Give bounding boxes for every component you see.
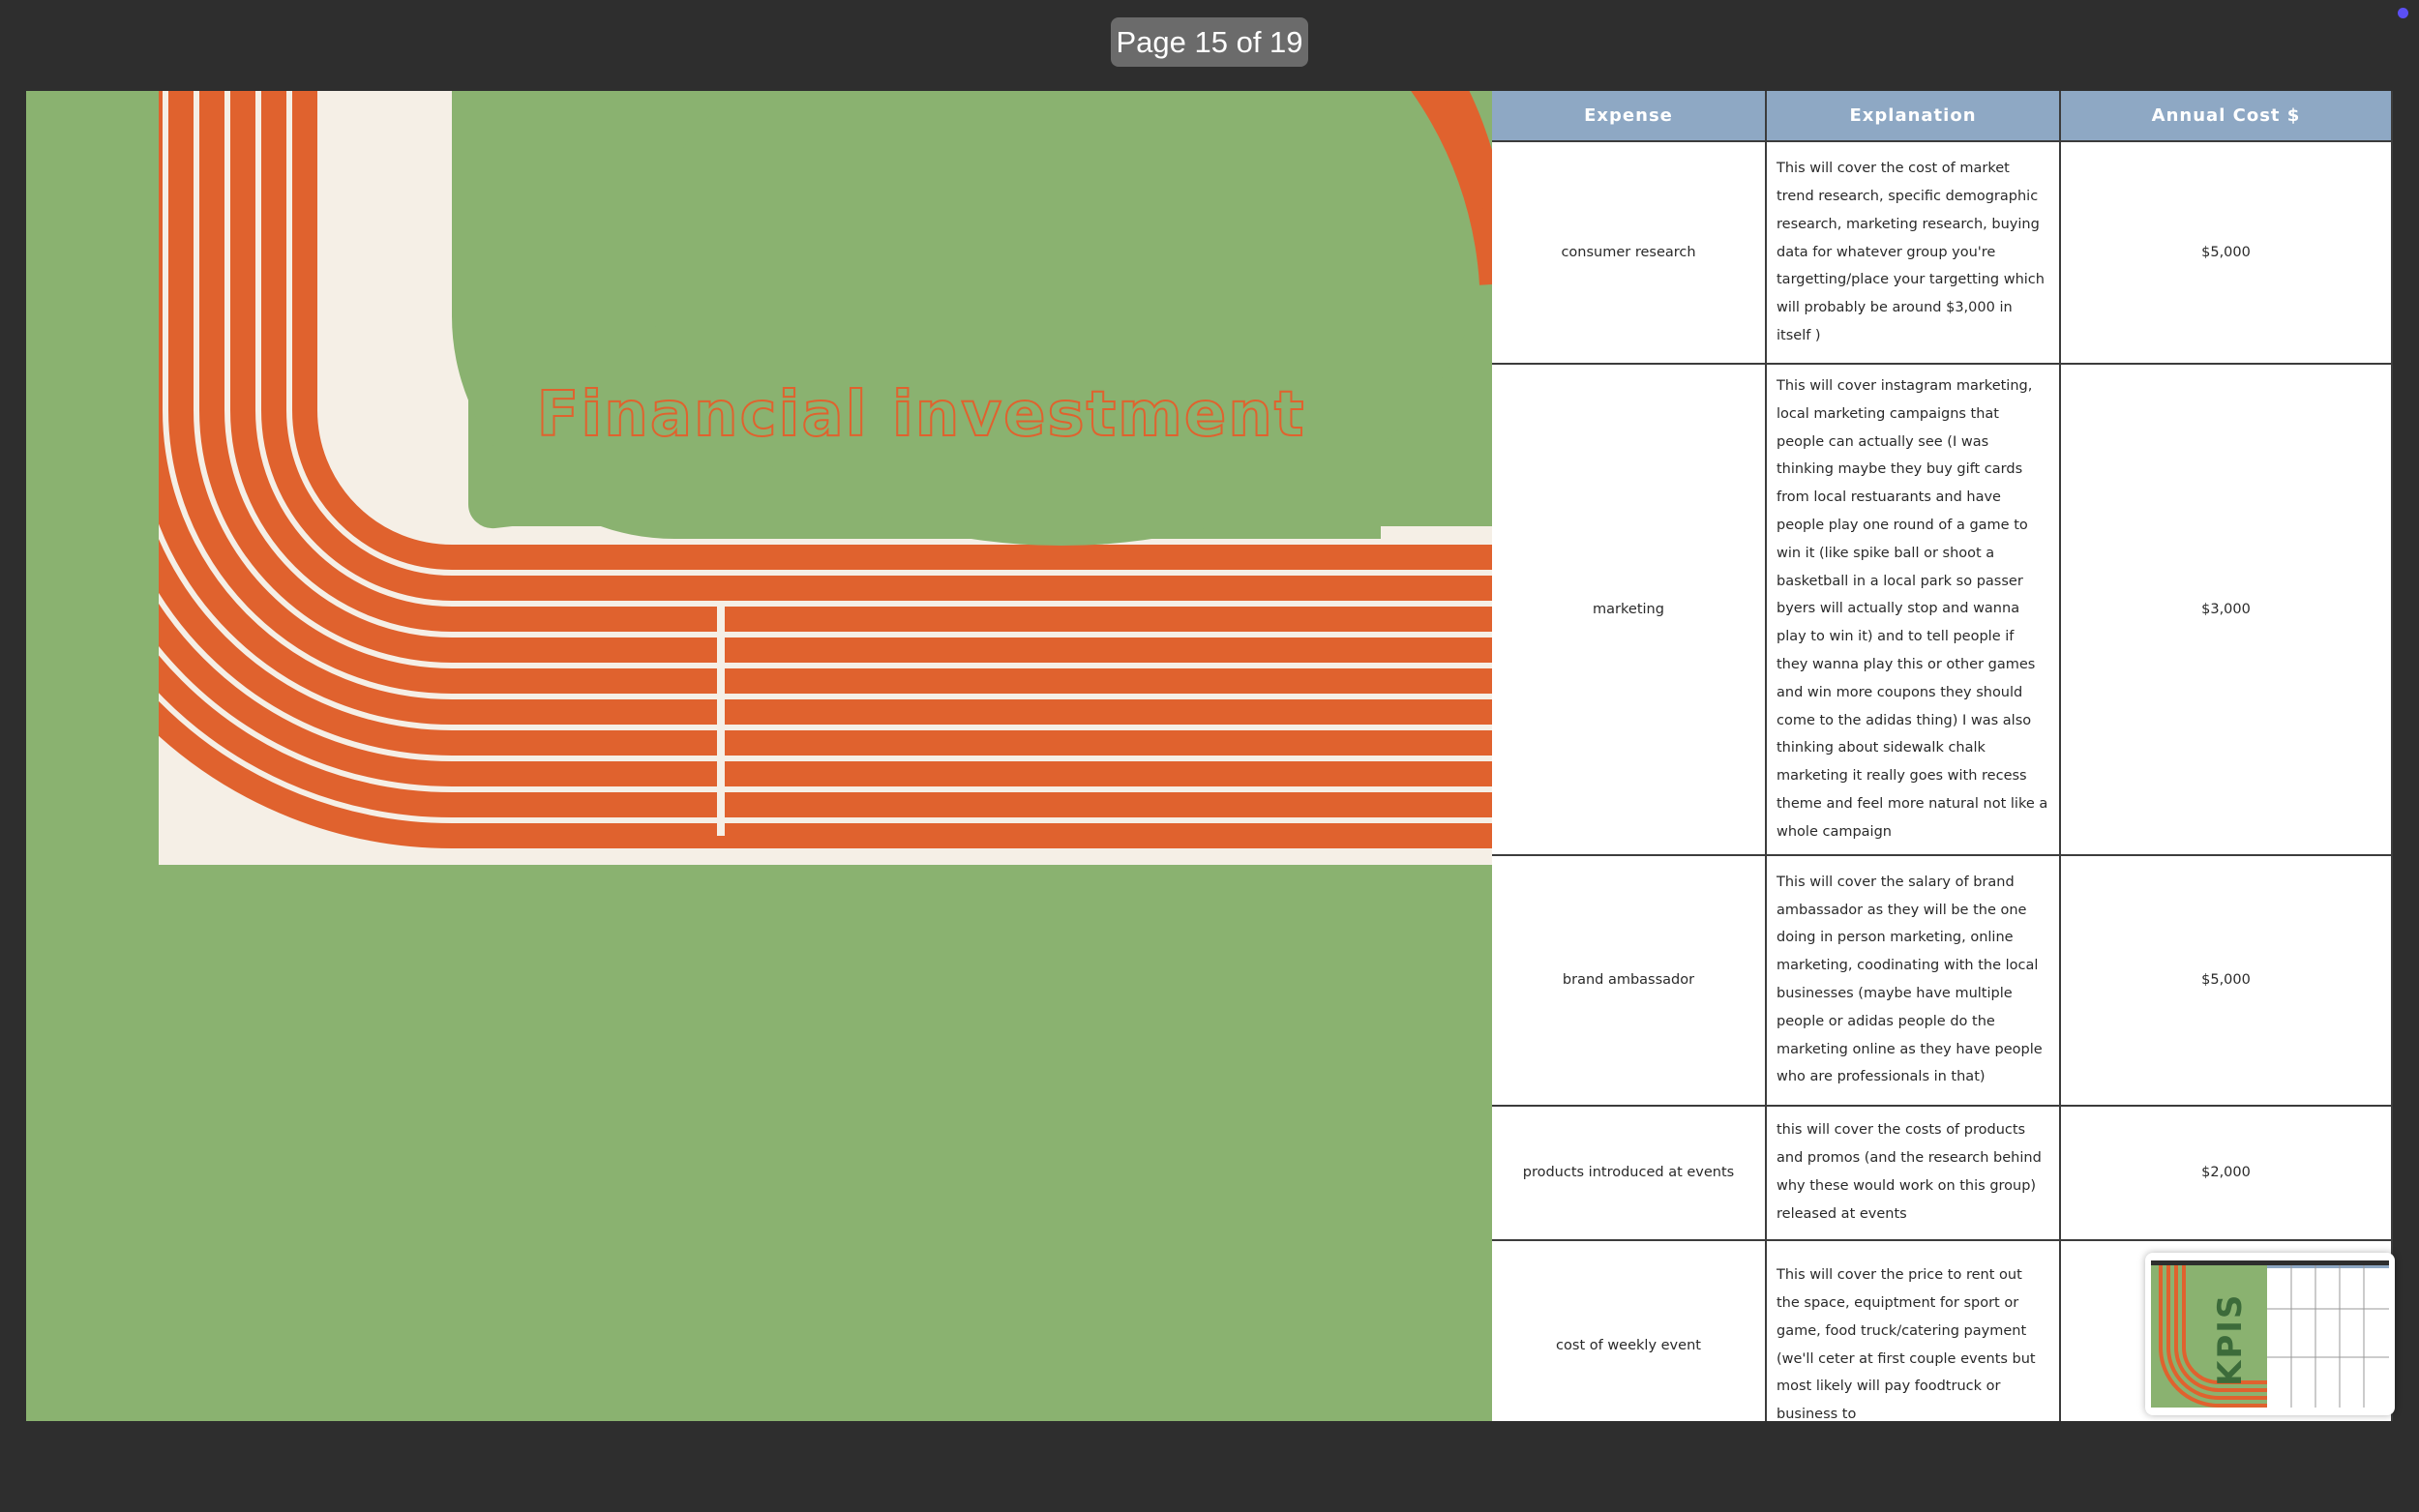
expense-cell: marketing bbox=[1492, 364, 1767, 856]
status-dot bbox=[2398, 8, 2408, 18]
explanation-cell: This will cover the salary of brand amba… bbox=[1766, 854, 2061, 1107]
slide-title: Financial investment bbox=[536, 378, 1306, 452]
expense-cell: products introduced at events bbox=[1492, 1105, 1767, 1241]
header-explanation: Explanation bbox=[1766, 91, 2061, 142]
table-row: marketing This will cover instagram mark… bbox=[1492, 364, 2393, 856]
cost-cell: $5,000 bbox=[2060, 854, 2393, 1107]
expense-table: Expense Explanation Annual Cost $ consum… bbox=[1492, 91, 2393, 1421]
running-track-illustration bbox=[159, 91, 1492, 865]
table-row: products introduced at events this will … bbox=[1492, 1105, 2393, 1241]
next-slide-thumbnail[interactable]: KPIS bbox=[2145, 1253, 2395, 1415]
thumbnail-track-icon bbox=[2151, 1260, 2389, 1408]
expense-table-container: Expense Explanation Annual Cost $ consum… bbox=[1492, 91, 2393, 1421]
cost-cell: $3,000 bbox=[2060, 364, 2393, 856]
explanation-cell: This will cover the price to rent out th… bbox=[1766, 1239, 2061, 1421]
header-expense: Expense bbox=[1492, 91, 1767, 142]
explanation-cell: this will cover the costs of products an… bbox=[1766, 1105, 2061, 1241]
page-indicator: Page 15 of 19 bbox=[1111, 17, 1308, 67]
expense-cell: cost of weekly event bbox=[1492, 1239, 1767, 1421]
header-annual-cost: Annual Cost $ bbox=[2060, 91, 2393, 142]
explanation-cell: This will cover the cost of market trend… bbox=[1766, 141, 2061, 365]
slide-canvas: Financial investment Expense Explanation… bbox=[26, 91, 2393, 1421]
cost-cell: $5,000 bbox=[2060, 141, 2393, 365]
cost-cell: $2,000 bbox=[2060, 1105, 2393, 1241]
table-row: brand ambassador This will cover the sal… bbox=[1492, 854, 2393, 1107]
table-row: consumer research This will cover the co… bbox=[1492, 141, 2393, 365]
thumbnail-preview: KPIS bbox=[2151, 1260, 2389, 1408]
explanation-cell: This will cover instagram marketing, loc… bbox=[1766, 364, 2061, 856]
expense-cell: consumer research bbox=[1492, 141, 1767, 365]
expense-cell: brand ambassador bbox=[1492, 854, 1767, 1107]
thumbnail-title: KPIS bbox=[2211, 1292, 2250, 1386]
